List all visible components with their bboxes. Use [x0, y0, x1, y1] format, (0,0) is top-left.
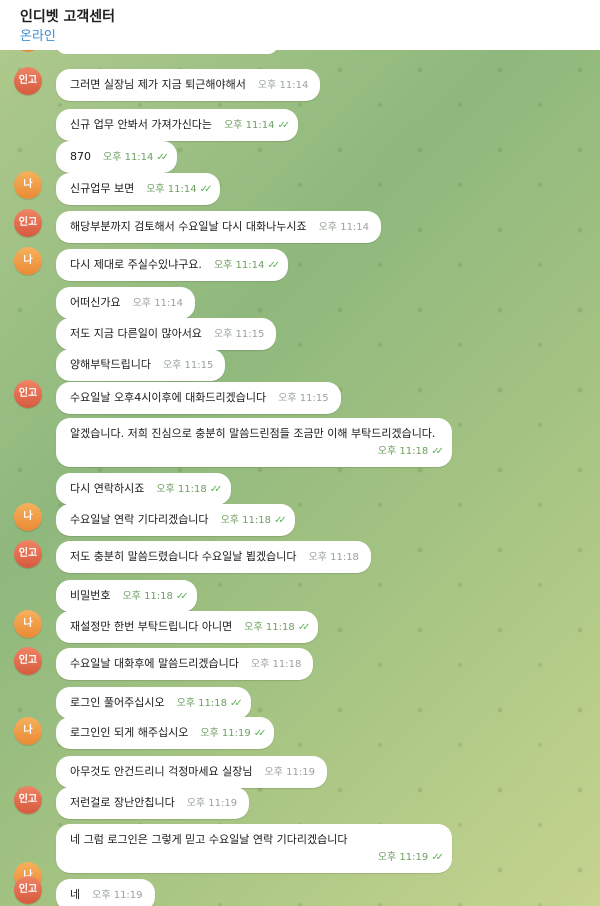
- message-bubble[interactable]: 수요일날 연락 기다리겠습니다 오후 11:18 ✓✓: [56, 504, 295, 536]
- message-time: 오후 11:19: [264, 767, 315, 778]
- message-text: 양해부탁드립니다: [70, 358, 151, 371]
- avatar-agent: 인고: [14, 380, 42, 408]
- read-check-icon: ✓✓: [199, 184, 213, 195]
- message-text: 알겠습니다. 저희 진심으로 충분히 말씀드린점들 조금만 이해 부탁드리겠습니…: [70, 427, 436, 440]
- message-text: 870: [70, 150, 91, 163]
- message-bubble[interactable]: 네 그럼 로그인은 그렇게 믿고 수요일날 연락 기다리겠습니다 오후 11:1…: [56, 824, 452, 873]
- message-text: 다시 연락하시죠: [70, 482, 145, 495]
- read-check-icon: ✓✓: [175, 591, 189, 602]
- message-text: 수요일날 대화후에 말씀드리겠습니다: [70, 657, 239, 670]
- read-check-icon: ✓✓: [267, 260, 280, 271]
- message-text: 네: [70, 888, 81, 901]
- message-bubble[interactable]: 수요일날 대화후에 말씀드리겠습니다 오후 11:18: [56, 648, 314, 680]
- avatar-agent: 인고: [14, 209, 42, 237]
- message-text: 재설정만 한번 부탁드립니다 아니면: [70, 620, 233, 633]
- message-bubble[interactable]: 저도 지금 다른일이 많아서요 오후 11:15: [56, 318, 277, 350]
- message-bubble[interactable]: 비밀번호 오후 11:18 ✓✓: [56, 580, 197, 612]
- avatar-me: 나: [14, 503, 42, 531]
- message-bubble[interactable]: 다시 제대로 주실수있냐구요. 오후 11:14 ✓✓: [56, 249, 289, 281]
- message-bubble[interactable]: 저런걸로 장난안칩니다 오후 11:19: [56, 787, 250, 819]
- message-time: 오후 11:14: [213, 260, 265, 271]
- message-text: 저도 지금 다른일이 많아서요: [70, 327, 202, 340]
- read-check-icon: ✓✓: [229, 698, 243, 709]
- message-bubble[interactable]: 로그인 풀어주십시오 오후 11:18 ✓✓: [56, 687, 251, 719]
- chat-header: 인디벳 고객센터 온라인: [0, 0, 600, 50]
- message-time: 오후 11:14: [318, 222, 370, 233]
- message-text: 해당부분까지 검토해서 수요일날 다시 대화나누시죠: [70, 220, 307, 233]
- message-text: 신규업무 보면: [70, 182, 135, 195]
- message-bubble[interactable]: 870 오후 11:14 ✓✓: [56, 141, 178, 173]
- message-bubble[interactable]: 다시 연락하시죠 오후 11:18 ✓✓: [56, 473, 231, 505]
- avatar-agent: 인고: [14, 67, 42, 95]
- avatar-agent: 인고: [14, 540, 42, 568]
- message-bubble[interactable]: 해당부분까지 검토해서 수요일날 다시 대화나누시죠 오후 11:14: [56, 211, 382, 243]
- message-time: 오후 11:15: [278, 393, 329, 404]
- message-time: 오후 11:18: [377, 446, 429, 457]
- message-time: 오후 11:19: [186, 798, 238, 809]
- read-check-icon: ✓✓: [431, 446, 444, 457]
- message-time: 오후 11:14: [132, 298, 184, 309]
- message-bubble[interactable]: 신규업무 보면 오후 11:14 ✓✓: [56, 173, 221, 205]
- message-bubble[interactable]: 로그인인 되게 해주십시오 오후 11:19 ✓✓: [56, 717, 275, 749]
- message-text: 네 그럼 로그인은 그렇게 믿고 수요일날 연락 기다리겠습니다: [70, 833, 348, 846]
- message-text: 수요일날 연락 기다리겠습니다: [70, 513, 209, 526]
- message-time: 오후 11:14: [224, 120, 275, 131]
- message-text: 그러면 실장님 제가 지금 퇴근해야해서: [70, 78, 246, 91]
- message-time: 오후 11:19: [92, 890, 143, 901]
- message-text: 신규 업무 안봐서 가져가신다는: [70, 118, 213, 131]
- read-check-icon: ✓✓: [277, 120, 290, 131]
- message-time: 오후 11:15: [162, 360, 214, 371]
- message-text: 저도 충분히 말씀드렸습니다 수요일날 뵙겠습니다: [70, 550, 297, 563]
- message-time: 오후 11:18: [244, 622, 295, 633]
- message-bubble[interactable]: 네 오후 11:19: [56, 879, 155, 906]
- avatar-agent: 인고: [14, 786, 42, 814]
- message-time: 오후 11:14: [103, 152, 154, 163]
- message-bubble[interactable]: 아무것도 안건드리니 걱정마세요 실장님 오후 11:19: [56, 756, 327, 788]
- message-time: 오후 11:18: [122, 591, 173, 602]
- message-bubble[interactable]: 어떠신가요 오후 11:14: [56, 287, 196, 319]
- message-time: 오후 11:18: [176, 698, 227, 709]
- message-time: 오후 11:19: [377, 852, 429, 863]
- message-text: 저런걸로 장난안칩니다: [70, 796, 175, 809]
- message-time: 오후 11:15: [213, 329, 265, 340]
- message-time: 오후 11:18: [250, 659, 302, 670]
- message-text: 다시 제대로 주실수있냐구요.: [70, 258, 202, 271]
- message-time: 오후 11:18: [220, 515, 271, 526]
- message-text: 로그인 풀어주십시오: [70, 696, 165, 709]
- message-time: 오후 11:19: [200, 728, 251, 739]
- avatar-me: 나: [14, 171, 42, 199]
- message-time: 오후 11:14: [146, 184, 197, 195]
- message-text: 로그인인 되게 해주십시오: [70, 726, 189, 739]
- message-bubble[interactable]: 양해부탁드립니다 오후 11:15: [56, 349, 226, 381]
- read-check-icon: ✓✓: [156, 152, 169, 163]
- message-time: 오후 11:18: [308, 552, 359, 563]
- avatar-agent: 인고: [14, 647, 42, 675]
- message-text: 수요일날 오후4시이후에 대화드리겠습니다: [70, 391, 267, 404]
- message-text: 어떠신가요: [70, 296, 121, 309]
- message-text: 비밀번호: [70, 589, 111, 602]
- message-bubble[interactable]: 저도 충분히 말씀드렸습니다 수요일날 뵙겠습니다 오후 11:18: [56, 541, 371, 573]
- online-status: 온라인: [20, 29, 56, 44]
- message-time: 오후 11:14: [257, 80, 309, 91]
- chat-title[interactable]: 인디벳 고객센터: [20, 8, 600, 26]
- avatar-me: 나: [14, 717, 42, 745]
- read-check-icon: ✓✓: [253, 728, 267, 739]
- message-bubble[interactable]: 재설정만 한번 부탁드립니다 아니면 오후 11:18 ✓✓: [56, 611, 319, 643]
- avatar-agent: 인고: [14, 876, 42, 904]
- message-bubble[interactable]: 알겠습니다. 저희 진심으로 충분히 말씀드린점들 조금만 이해 부탁드리겠습니…: [56, 418, 452, 467]
- avatar-me: 나: [14, 610, 42, 638]
- message-bubble[interactable]: 신규 업무 안봐서 가져가신다는 오후 11:14 ✓✓: [56, 109, 299, 141]
- avatar-me: 나: [14, 247, 42, 275]
- message-bubble[interactable]: 그러면 실장님 제가 지금 퇴근해야해서 오후 11:14: [56, 69, 321, 101]
- message-bubble[interactable]: 수요일날 오후4시이후에 대화드리겠습니다 오후 11:15: [56, 382, 341, 414]
- read-check-icon: ✓✓: [209, 484, 223, 495]
- read-check-icon: ✓✓: [273, 515, 287, 526]
- message-time: 오후 11:18: [156, 484, 207, 495]
- message-text: 아무것도 안건드리니 걱정마세요 실장님: [70, 765, 253, 778]
- read-check-icon: ✓✓: [297, 622, 311, 633]
- read-check-icon: ✓✓: [431, 852, 444, 863]
